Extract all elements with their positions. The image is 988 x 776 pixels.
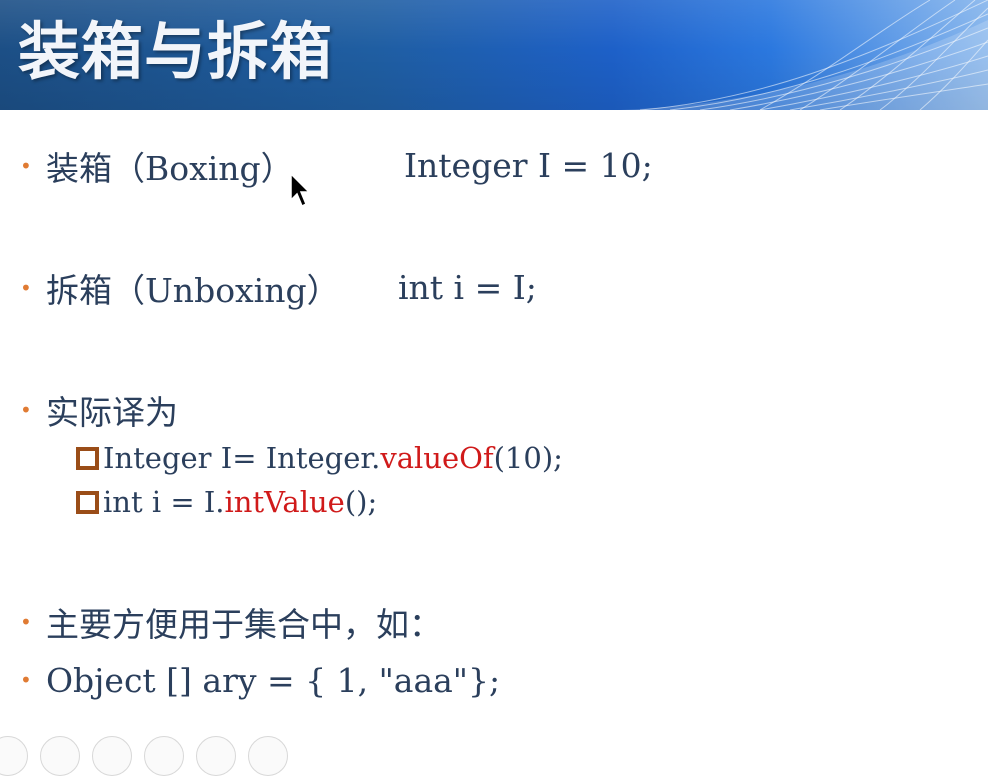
sub-item-prefix: int i = I. [103,485,225,519]
unboxing-code: int i = I; [398,268,537,307]
slide-title: 装箱与拆箱 [18,15,334,88]
presentation-slide: 装箱与拆箱 • 装箱（Boxing） Integer I = 10; • 拆箱（… [0,0,988,776]
bullet-collection-usage: • 主要方便用于集合中，如： [20,598,442,646]
thumbnail-circle[interactable] [248,736,288,776]
bullet-label: Object [] ary = { 1, "aaa"}; [46,660,501,700]
bullet-dot-icon: • [20,154,32,178]
bullet-label: 主要方便用于集合中，如： [46,605,442,644]
bullet-label: 拆箱（Unboxing） [46,271,340,310]
title-banner: 装箱与拆箱 [0,0,988,110]
sub-item-valueof: Integer I= Integer. valueOf (10); [76,438,563,478]
thumbnail-circle[interactable] [92,736,132,776]
method-name: valueOf [380,441,494,475]
bullet-actual-translation: • 实际译为 [20,386,178,434]
bullet-unboxing: • 拆箱（Unboxing） [20,264,340,312]
bullet-dot-icon: • [20,610,32,634]
thumbnail-circle[interactable] [144,736,184,776]
bottom-thumbnail-strip [0,726,988,776]
method-name: intValue [224,485,345,519]
sub-item-prefix: Integer I= Integer. [103,441,381,475]
thumbnail-circle[interactable] [0,736,28,776]
sub-item-suffix: (); [344,485,378,519]
bullet-label: 装箱（Boxing） [46,149,294,188]
thumbnail-circle[interactable] [196,736,236,776]
mouse-pointer-icon [290,173,311,208]
bullet-label: 实际译为 [46,393,178,432]
square-bullet-icon [76,446,99,470]
bullet-dot-icon: • [20,398,32,422]
sub-item-intvalue: int i = I. intValue (); [76,482,377,522]
sub-item-suffix: (10); [493,441,563,475]
thumbnail-circle[interactable] [40,736,80,776]
bullet-object-array: • Object [] ary = { 1, "aaa"}; [20,656,500,704]
square-bullet-icon [76,490,99,514]
bullet-boxing: • 装箱（Boxing） [20,142,294,190]
bullet-dot-icon: • [20,668,32,692]
bullet-dot-icon: • [20,276,32,300]
boxing-code: Integer I = 10; [404,146,653,185]
